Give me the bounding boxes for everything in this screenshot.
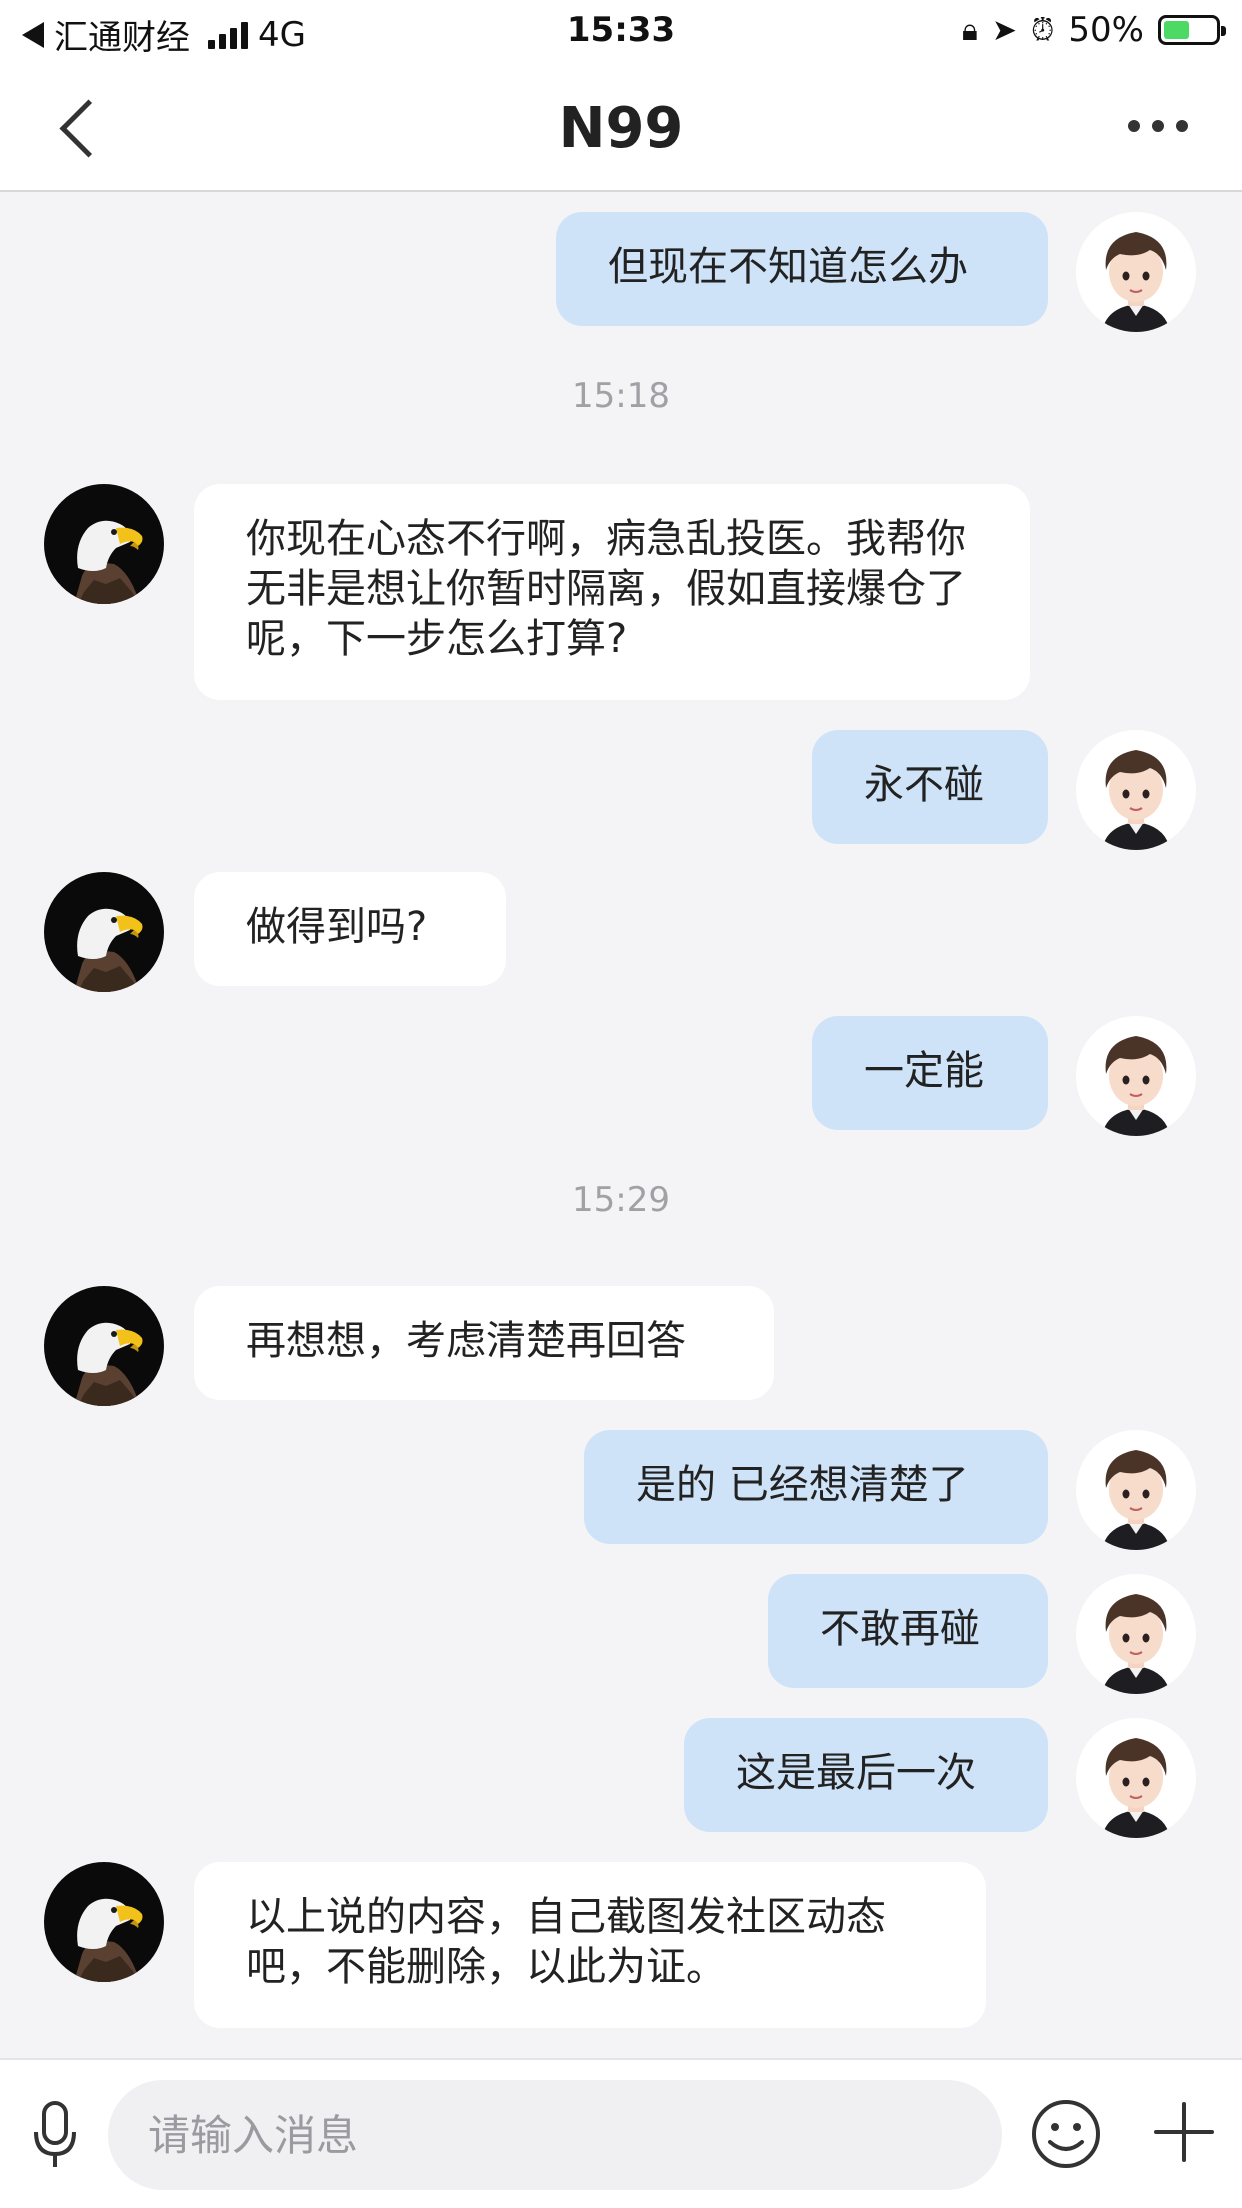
my-avatar[interactable]	[1076, 1574, 1196, 1694]
message-bubble-sent[interactable]: 一定能	[812, 1016, 1048, 1130]
message-bubble-received[interactable]: 你现在心态不行啊，病急乱投医。我帮你无非是想让你暂时隔离，假如直接爆仓了呢，下一…	[194, 484, 1030, 700]
message-bubble-sent[interactable]: 是的 已经想清楚了	[584, 1430, 1048, 1544]
input-bar	[0, 2058, 1242, 2208]
contact-avatar[interactable]	[44, 1286, 164, 1406]
nav-bar: N99	[0, 62, 1242, 192]
location-icon: ➤	[991, 12, 1018, 48]
contact-avatar[interactable]	[44, 1862, 164, 1982]
message-bubble-received[interactable]: 做得到吗?	[194, 872, 506, 986]
alarm-icon: ⏰︎	[1031, 12, 1055, 48]
my-avatar[interactable]	[1076, 1718, 1196, 1838]
message-bubble-sent[interactable]: 永不碰	[812, 730, 1048, 844]
emoji-icon[interactable]	[1030, 2098, 1102, 2170]
my-avatar[interactable]	[1076, 1430, 1196, 1550]
microphone-icon[interactable]	[30, 2100, 80, 2170]
timestamp: 15:29	[572, 1180, 670, 1220]
message-bubble-sent[interactable]: 但现在不知道怎么办	[556, 212, 1048, 326]
message-bubble-sent[interactable]: 这是最后一次	[684, 1718, 1048, 1832]
page-title: N99	[558, 96, 684, 161]
my-avatar[interactable]	[1076, 730, 1196, 850]
message-bubble-received[interactable]: 以上说的内容，自己截图发社区动态吧，不能删除，以此为证。	[194, 1862, 986, 2028]
contact-avatar[interactable]	[44, 872, 164, 992]
battery-icon	[1158, 15, 1226, 45]
status-bar: 汇通财经 4G 15:33 🔒︎ ➤ ⏰︎ 50%	[0, 0, 1242, 62]
message-bubble-sent[interactable]: 不敢再碰	[768, 1574, 1048, 1688]
message-input[interactable]	[108, 2080, 1002, 2190]
rotation-lock-icon: 🔒︎	[961, 12, 978, 48]
timestamp: 15:18	[572, 376, 670, 416]
my-avatar[interactable]	[1076, 212, 1196, 332]
message-bubble-received[interactable]: 再想想，考虑清楚再回答	[194, 1286, 774, 1400]
my-avatar[interactable]	[1076, 1016, 1196, 1136]
contact-avatar[interactable]	[44, 484, 164, 604]
plus-icon[interactable]	[1152, 2100, 1216, 2164]
battery-percent: 50%	[1068, 10, 1144, 50]
more-dots-icon[interactable]	[1128, 120, 1188, 132]
